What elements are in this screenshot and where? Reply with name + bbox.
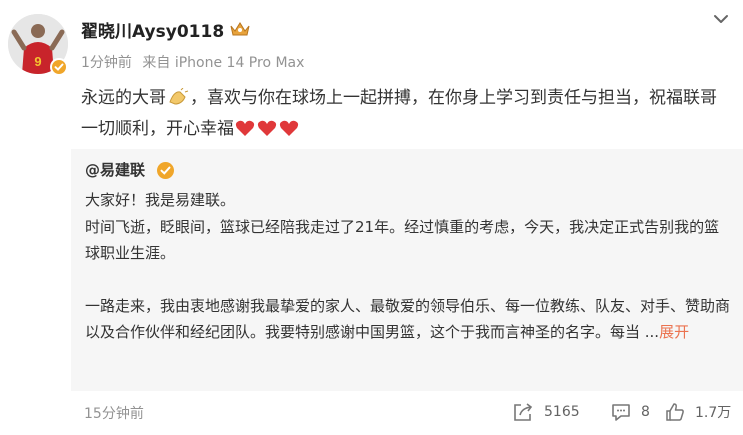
- heart-emoji-icon: [257, 118, 277, 146]
- share-icon: [514, 403, 533, 421]
- repost-box[interactable]: @易建联 大家好！我是易建联。 时间飞逝，眨眼间，篮球已经陪我走过了21年。经过…: [71, 149, 743, 391]
- post-text: 永远的大哥 ，喜欢与你在球场上一起拼搏，在你身上学习到责任与担当，祝福联哥一切顺利…: [81, 84, 731, 146]
- repost-line: 一路走来，我由衷地感谢我最挚爱的家人、最敬爱的领导伯乐、每一位教练、队友、对手、…: [85, 293, 733, 346]
- author-name[interactable]: 翟晓川Aysy0118: [81, 17, 224, 42]
- like-count: 1.7万: [695, 405, 732, 421]
- comment-icon: [612, 404, 630, 421]
- post-time[interactable]: 1分钟前: [81, 55, 132, 71]
- repost-line: 时间飞逝，眨眼间，篮球已经陪我走过了21年。经过慎重的考虑，今天，我决定正式告别…: [85, 217, 720, 263]
- thumbs-up-icon: [666, 403, 684, 421]
- heart-emoji-icon: [279, 118, 299, 146]
- chevron-down-icon[interactable]: [711, 10, 731, 28]
- repost-body: 大家好！我是易建联。 时间飞逝，眨眼间，篮球已经陪我走过了21年。经过慎重的考虑…: [85, 187, 733, 346]
- weibo-post: 9 翟晓川Aysy0118 1分钟前 来自 iPhone 14 Pro Max …: [0, 0, 743, 435]
- avatar-jersey-number: 9: [34, 54, 41, 69]
- clap-emoji-icon: [167, 87, 189, 115]
- post-text-part1: 永远的大哥: [81, 88, 166, 108]
- crown-icon[interactable]: [229, 21, 251, 37]
- verified-badge-icon: [50, 58, 68, 76]
- like-button[interactable]: 1.7万: [665, 400, 731, 424]
- repost-line: 大家好！我是易建联。: [85, 191, 236, 209]
- repost-line-text: 一路走来，我由衷地感谢我最挚爱的家人、最敬爱的领导伯乐、每一位教练、队友、对手、…: [85, 296, 731, 342]
- repost-count: 5165: [544, 404, 580, 420]
- repost-button[interactable]: 5165: [512, 400, 580, 424]
- repost-author[interactable]: @易建联: [85, 159, 145, 180]
- expand-link[interactable]: 展开: [659, 323, 689, 341]
- comment-count: 8: [641, 404, 650, 420]
- verified-badge-icon: [157, 162, 174, 179]
- post-meta: 1分钟前 来自 iPhone 14 Pro Max: [81, 52, 310, 72]
- comment-button[interactable]: 8: [611, 400, 650, 424]
- post-source: 来自 iPhone 14 Pro Max: [142, 55, 305, 71]
- heart-emoji-icon: [235, 118, 255, 146]
- repost-time[interactable]: 15分钟前: [84, 403, 144, 423]
